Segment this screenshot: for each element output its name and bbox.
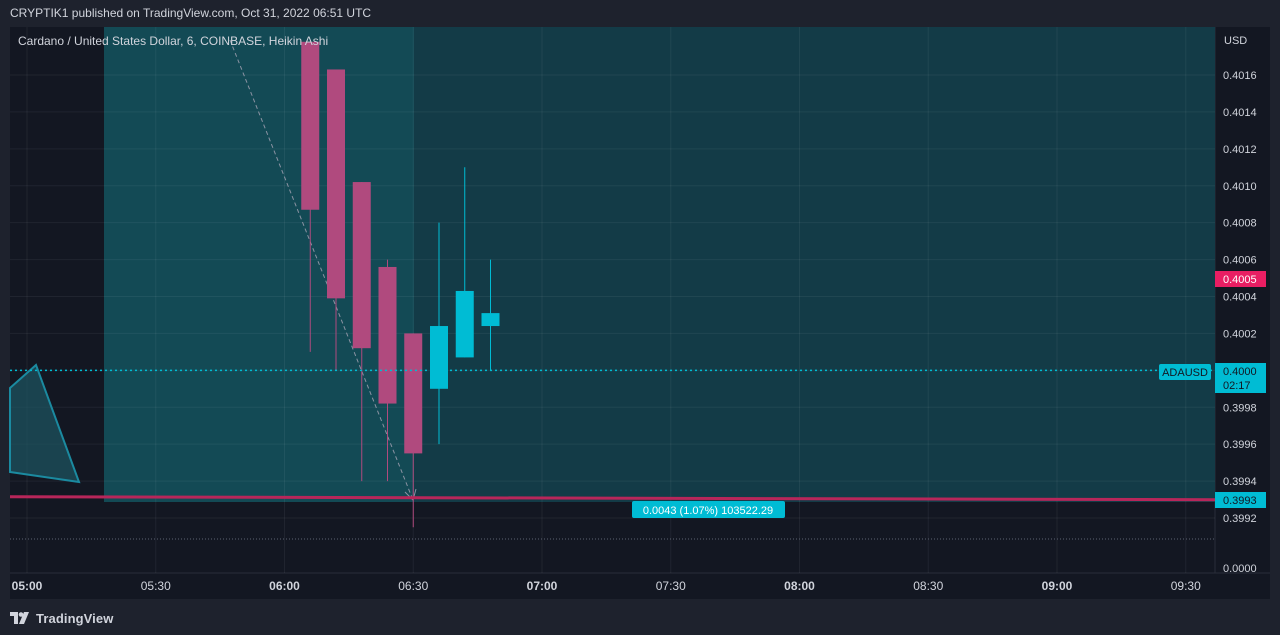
time-tick-label: 08:30 — [913, 579, 943, 593]
time-tick-label: 08:00 — [784, 579, 815, 593]
price-tick-label: 0.3998 — [1223, 402, 1257, 414]
time-tick-label: 05:00 — [12, 579, 43, 593]
price-label-zero: 0.0000 — [1223, 563, 1257, 575]
price-tick-label: 0.4012 — [1223, 144, 1257, 156]
candle-body — [455, 290, 474, 358]
time-tick-label: 06:30 — [398, 579, 428, 593]
time-tick-label: 09:00 — [1042, 579, 1073, 593]
tradingview-logo-icon[interactable] — [10, 612, 30, 624]
time-tick-label: 05:30 — [141, 579, 171, 593]
time-axis[interactable] — [10, 573, 1270, 599]
candle-body — [378, 266, 397, 404]
price-tick-label: 0.3992 — [1223, 513, 1257, 525]
price-tick-label: 0.4016 — [1223, 70, 1257, 82]
price-tick-label: 0.3996 — [1223, 439, 1257, 451]
candle-body — [327, 69, 345, 299]
candle-body — [352, 182, 371, 349]
current-price-value: 0.4000 — [1223, 366, 1257, 378]
time-tick-label: 07:30 — [656, 579, 686, 593]
candle-body — [301, 41, 320, 210]
symbol-info[interactable]: Cardano / United States Dollar, 6, COINB… — [18, 34, 328, 48]
candle-body — [404, 333, 423, 454]
bar-countdown: 02:17 — [1223, 380, 1251, 392]
price-tick-label: 0.4004 — [1223, 292, 1257, 304]
footer: TradingView — [10, 608, 113, 628]
time-tick-label: 07:00 — [527, 579, 558, 593]
price-tick-label: 0.4008 — [1223, 218, 1257, 230]
candle-body — [430, 326, 448, 389]
currency-label: USD — [1224, 35, 1247, 47]
time-tick-label: 09:30 — [1171, 579, 1201, 593]
price-tick-label: 0.4006 — [1223, 255, 1257, 267]
price-chart[interactable]: 0.4016 0.4014 0.4012 0.4010 0.4008 0.4006 0.40… — [0, 0, 1280, 635]
time-tick-label: 06:00 — [269, 579, 300, 593]
price-label-high-text: 0.4005 — [1223, 274, 1257, 286]
symbol-tag-text: ADAUSD — [1162, 367, 1208, 379]
price-tick-label: 0.4010 — [1223, 181, 1257, 193]
measure-label-text: 0.0043 (1.07%) 103522.29 — [643, 505, 773, 517]
price-label-support-text: 0.3993 — [1223, 495, 1257, 507]
price-tick-label: 0.4014 — [1223, 107, 1257, 119]
tradingview-brand[interactable]: TradingView — [36, 611, 113, 626]
candle-body — [481, 313, 500, 327]
price-tick-label: 0.3994 — [1223, 476, 1257, 488]
price-tick-label: 0.4002 — [1223, 328, 1257, 340]
